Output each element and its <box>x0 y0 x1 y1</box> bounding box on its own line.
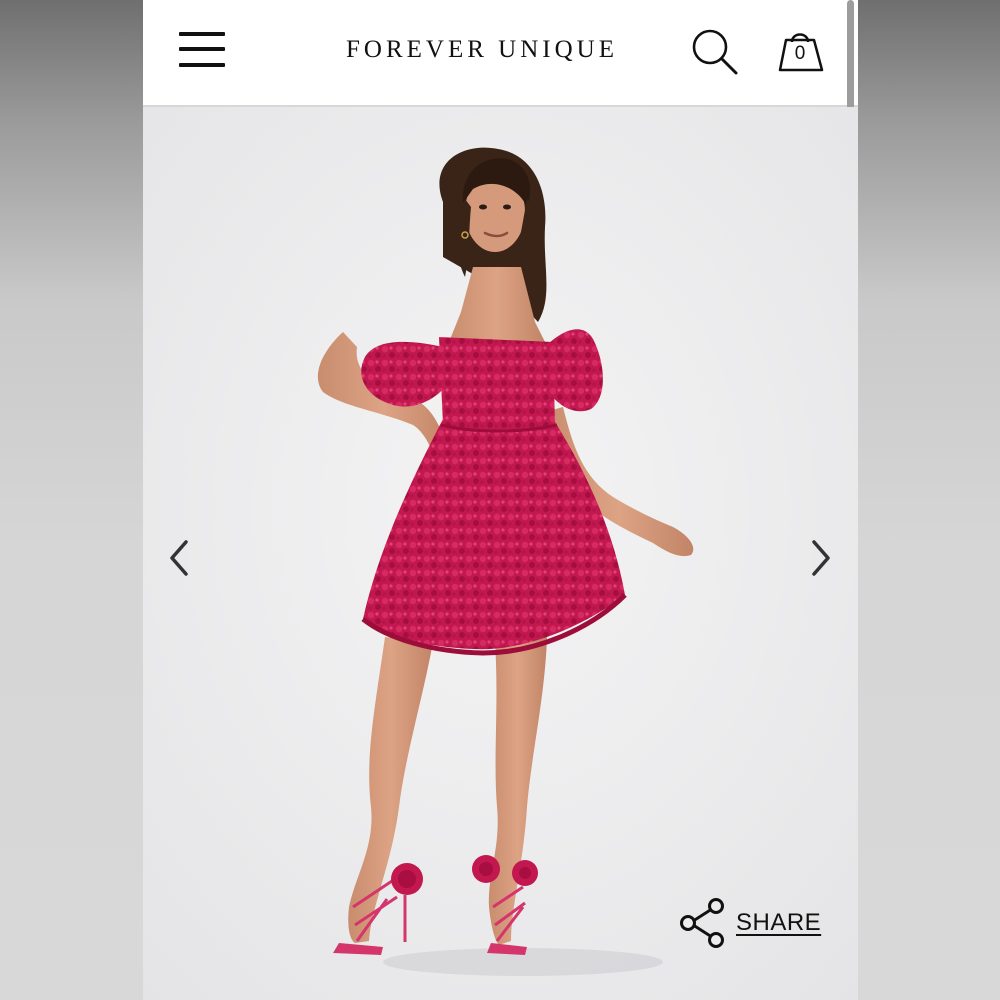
site-header: FOREVER UNIQUE 0 <box>143 0 858 380</box>
chevron-right-icon[interactable] <box>801 530 841 586</box>
product-image <box>143 107 858 1000</box>
share-icon[interactable] <box>677 897 727 949</box>
cart-count-badge: 0 <box>794 43 806 64</box>
shopping-bag-icon[interactable]: 0 <box>777 24 829 76</box>
brand-logo[interactable]: FOREVER UNIQUE <box>321 36 643 64</box>
share-label[interactable]: SHARE <box>736 909 821 937</box>
search-icon[interactable] <box>691 28 741 78</box>
mobile-viewport: FOREVER UNIQUE 0 SHARE <box>143 0 858 1000</box>
chevron-left-icon[interactable] <box>159 530 199 586</box>
hamburger-menu-icon[interactable] <box>179 32 227 70</box>
